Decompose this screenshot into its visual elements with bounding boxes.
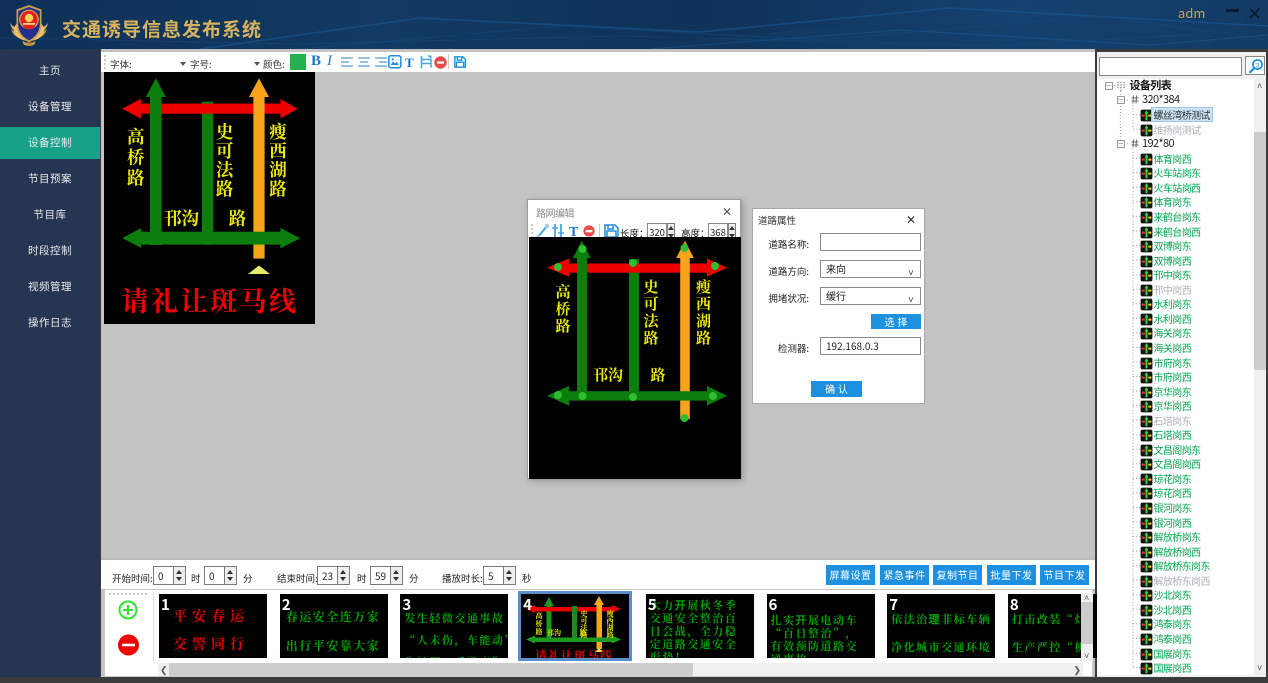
svg-text:邗沟: 邗沟 [164, 206, 199, 231]
svg-text:高桥路: 高桥路 [536, 611, 543, 637]
svg-text:路: 路 [650, 364, 665, 385]
svg-text:请礼让斑马线: 请礼让斑马线 [535, 647, 613, 658]
svg-text:邗沟: 邗沟 [593, 364, 623, 385]
svg-text:路: 路 [580, 628, 587, 638]
svg-text:邗沟: 邗沟 [547, 628, 561, 638]
svg-text:高桥路: 高桥路 [555, 281, 570, 336]
svg-text:史可法路: 史可法路 [216, 119, 235, 201]
svg-text:高桥路: 高桥路 [127, 124, 145, 190]
svg-text:路: 路 [229, 206, 247, 231]
svg-text:瘦西湖路: 瘦西湖路 [607, 609, 614, 640]
svg-text:瘦西湖路: 瘦西湖路 [269, 119, 287, 201]
svg-text:瘦西湖路: 瘦西湖路 [696, 276, 711, 348]
svg-text:3: 3 [1256, 62, 1260, 69]
svg-text:请礼让斑马线: 请礼让斑马线 [122, 280, 299, 319]
svg-text:史可法路: 史可法路 [643, 276, 660, 348]
